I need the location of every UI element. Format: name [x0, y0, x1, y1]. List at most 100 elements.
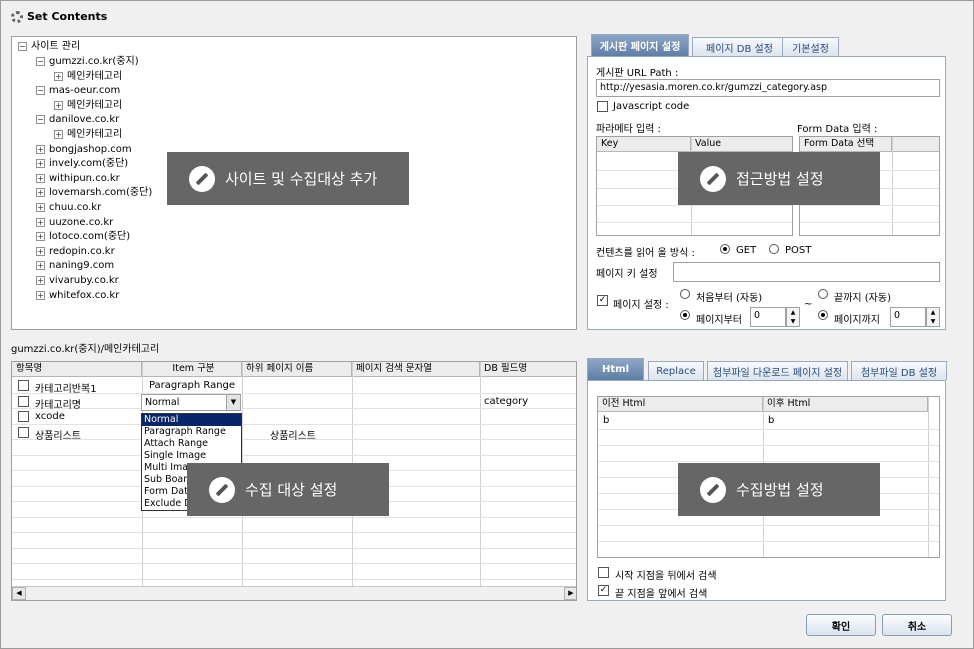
expand-icon[interactable]: +: [36, 246, 45, 256]
expand-icon[interactable]: +: [36, 290, 45, 300]
row-checkbox[interactable]: [18, 380, 29, 391]
pencil-icon: [209, 476, 235, 503]
expand-icon[interactable]: +: [36, 173, 45, 183]
post-radio[interactable]: [769, 244, 779, 254]
tree-site-item[interactable]: + whitefox.co.kr: [36, 288, 119, 303]
before-html-header: 이전 Html: [598, 397, 763, 412]
page-to-spinner[interactable]: ▲ ▼: [926, 307, 940, 327]
url-label: 게시판 URL Path :: [596, 68, 679, 79]
before-html-cell[interactable]: b: [603, 415, 609, 426]
tab-replace[interactable]: Replace: [648, 361, 704, 380]
tree-child-item[interactable]: + 메인카테고리: [54, 69, 122, 84]
row-checkbox[interactable]: [18, 426, 29, 438]
tree-site-item[interactable]: − danilove.co.kr: [36, 112, 119, 127]
item-type-select[interactable]: Normal ▼: [141, 394, 241, 411]
col-item-type: Item 구분: [142, 362, 242, 377]
pencil-icon: [700, 476, 726, 503]
page-setting-checkbox[interactable]: ✓: [597, 295, 608, 306]
dropdown-option[interactable]: Normal: [142, 414, 241, 426]
page-from-spinner[interactable]: ▲ ▼: [786, 307, 800, 327]
collapse-icon[interactable]: −: [36, 115, 45, 125]
scroll-right-icon[interactable]: ▶: [564, 587, 576, 600]
page-from-radio[interactable]: [680, 310, 690, 320]
tilde-label: ~: [804, 299, 813, 310]
tree-site-item[interactable]: − gumzzi.co.kr(중지): [36, 54, 139, 69]
page-to-input[interactable]: 0: [890, 307, 926, 327]
tree-site-item[interactable]: + naning9.com: [36, 258, 114, 273]
tree-site-item[interactable]: + redopin.co.kr: [36, 244, 115, 259]
after-html-cell[interactable]: b: [768, 415, 774, 426]
sub-page-cell[interactable]: 상품리스트: [270, 427, 316, 442]
tab-attach-download[interactable]: 첨부파일 다운로드 페이지 설정: [707, 361, 848, 380]
expand-icon[interactable]: +: [36, 217, 45, 227]
tree-site-item[interactable]: + invely.com(중단): [36, 156, 128, 171]
expand-icon[interactable]: +: [36, 232, 45, 242]
collapse-icon[interactable]: −: [18, 42, 27, 51]
page-to-radio[interactable]: [818, 310, 828, 320]
tree-site-item[interactable]: + withipun.co.kr: [36, 171, 120, 186]
page-setting-label: 페이지 설정 :: [613, 300, 669, 311]
tree-site-item[interactable]: − mas-oeur.com: [36, 83, 120, 98]
tree-site-label: lovemarsh.com(중단): [49, 187, 153, 199]
target-overlay-label: 수집 대상 설정: [187, 463, 389, 516]
search-start-from-back-checkbox[interactable]: [598, 567, 609, 578]
item-type-cell[interactable]: Paragraph Range: [142, 380, 242, 391]
chevron-down-icon[interactable]: ▼: [226, 395, 240, 410]
tab-page-db[interactable]: 페이지 DB 설정: [692, 37, 787, 56]
expand-icon[interactable]: +: [36, 188, 45, 198]
page-key-input[interactable]: [673, 262, 940, 282]
to-end-radio[interactable]: [818, 289, 828, 299]
tree-site-item[interactable]: + chuu.co.kr: [36, 200, 101, 215]
tree-site-item[interactable]: + vivaruby.co.kr: [36, 273, 119, 288]
tree-child-item[interactable]: + 메인카테고리: [54, 127, 122, 142]
gear-icon: [11, 10, 23, 23]
param-value-header: Value: [691, 137, 792, 152]
to-end-label: 끝까지 (자동): [834, 293, 891, 304]
tree-child-item[interactable]: + 메인카테고리: [54, 98, 122, 113]
breadcrumb: gumzzi.co.kr(중지)/메인카테고리: [11, 344, 160, 355]
expand-icon[interactable]: +: [54, 130, 63, 139]
row-checkbox[interactable]: [18, 395, 29, 407]
tab-board-page[interactable]: 게시판 페이지 설정: [591, 34, 689, 56]
tab-html[interactable]: Html: [587, 358, 644, 380]
db-field-cell[interactable]: category: [484, 396, 528, 407]
expand-icon[interactable]: +: [36, 203, 45, 212]
tree-site-label: bongjashop.com: [49, 143, 132, 155]
item-name-cell[interactable]: 카테고리반복1: [35, 380, 97, 395]
dropdown-option[interactable]: Single Image: [142, 450, 241, 462]
ok-button[interactable]: 확인: [806, 614, 876, 636]
cancel-button[interactable]: 취소: [882, 614, 952, 636]
tree-site-item[interactable]: + lotoco.com(중단): [36, 229, 130, 244]
site-overlay-label: 사이트 및 수집대상 추가: [167, 152, 409, 205]
tree-site-item[interactable]: + uuzone.co.kr: [36, 215, 113, 230]
dropdown-option[interactable]: Attach Range: [142, 438, 241, 450]
expand-icon[interactable]: +: [36, 159, 45, 169]
collapse-icon[interactable]: −: [36, 57, 45, 66]
search-end-from-front-checkbox[interactable]: ✓: [598, 585, 609, 596]
row-checkbox[interactable]: [18, 411, 29, 422]
expand-icon[interactable]: +: [36, 276, 45, 285]
javascript-checkbox[interactable]: [597, 101, 608, 112]
expand-icon[interactable]: +: [54, 100, 63, 110]
scroll-left-icon[interactable]: ◀: [12, 587, 26, 600]
expand-icon[interactable]: +: [36, 261, 45, 271]
tree-site-item[interactable]: + lovemarsh.com(중단): [36, 185, 152, 200]
page-from-input[interactable]: 0: [750, 307, 786, 327]
from-start-radio[interactable]: [680, 289, 690, 299]
collapse-icon[interactable]: −: [36, 86, 45, 96]
item-name-cell[interactable]: 카테고리명: [35, 396, 81, 411]
tree-root[interactable]: − 사이트 관리: [18, 39, 80, 54]
tab-basic[interactable]: 기본설정: [782, 37, 839, 56]
tree-site-item[interactable]: + bongjashop.com: [36, 142, 132, 157]
item-name-cell[interactable]: xcode: [35, 411, 65, 422]
get-radio[interactable]: [720, 244, 730, 254]
search-start-from-back-label: 시작 지점을 뒤에서 검색: [615, 571, 717, 582]
tree-child-label: 메인카테고리: [67, 70, 123, 82]
dropdown-option[interactable]: Paragraph Range: [142, 426, 241, 438]
url-input[interactable]: http://yesasia.moren.co.kr/gumzzi_catego…: [596, 79, 940, 97]
tab-attach-db[interactable]: 첨부파일 DB 설정: [851, 361, 947, 380]
horizontal-scrollbar[interactable]: ◀ ▶: [12, 586, 576, 600]
expand-icon[interactable]: +: [54, 71, 63, 81]
expand-icon[interactable]: +: [36, 144, 45, 154]
item-name-cell[interactable]: 상품리스트: [35, 427, 81, 442]
